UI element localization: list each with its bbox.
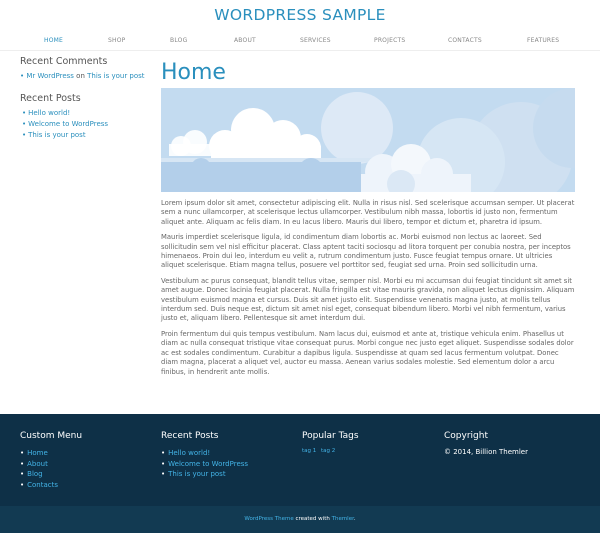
recent-post-link[interactable]: Hello world! [28, 109, 70, 117]
recent-comments-widget: Recent Comments • Mr WordPress on This i… [20, 56, 155, 81]
body-paragraph: Proin fermentum dui quis tempus vestibul… [161, 329, 574, 376]
list-item: • Contacts [20, 480, 155, 491]
nav-item-shop[interactable]: SHOP [108, 37, 125, 44]
body-paragraph: Lorem ipsum dolor sit amet, consectetur … [161, 199, 575, 226]
bullet-icon: • [20, 470, 25, 479]
recent-post-link[interactable]: Welcome to WordPress [28, 120, 108, 128]
recent-comment-entry: • Mr WordPress on This is your post [20, 71, 155, 81]
footer-recent-post-link[interactable]: This is your post [168, 470, 225, 478]
footer-menu-link-blog[interactable]: Blog [27, 470, 42, 478]
bullet-icon: • [161, 470, 166, 479]
themler-link[interactable]: Themler [332, 516, 354, 522]
bullet-icon: • [161, 449, 166, 457]
footer-recent-post-link[interactable]: Welcome to WordPress [168, 460, 248, 468]
list-item: • Welcome to WordPress [161, 459, 296, 470]
main-navigation: HOME SHOP BLOG ABOUT SERVICES PROJECTS C… [0, 37, 600, 47]
body-paragraph: Mauris imperdiet scelerisque ligula, id … [161, 233, 571, 270]
recent-posts-widget: Recent Posts • Hello world! • Welcome to W… [20, 93, 155, 141]
nav-item-home[interactable]: HOME [44, 37, 63, 44]
wordpress-theme-link[interactable]: WordPress Theme [244, 516, 293, 522]
tag-link[interactable]: tag 2 [321, 448, 335, 454]
comment-on-text: on [73, 72, 88, 80]
nav-item-about[interactable]: ABOUT [234, 37, 256, 44]
list-item: • Welcome to WordPress [20, 119, 155, 130]
list-item: • Hello world! [161, 448, 296, 459]
bullet-icon: • [161, 459, 166, 468]
list-item: • This is your post [161, 469, 296, 480]
page-title: Home [161, 60, 226, 85]
footer-recent-posts: Recent Posts • Hello world! • Welcome to W… [161, 431, 296, 480]
bullet-icon: • [20, 72, 25, 80]
recent-posts-title: Recent Posts [20, 93, 81, 104]
list-item: • Home [20, 448, 155, 459]
footer-menu-link-home[interactable]: Home [27, 449, 48, 457]
nav-item-contacts[interactable]: CONTACTS [448, 37, 482, 44]
footer-copyright-title: Copyright [444, 431, 488, 441]
body-paragraph: Vestibulum ac purus consequat, blandit t… [161, 276, 575, 323]
footer-copyright: Copyright © 2014, Billion Themler [444, 431, 579, 456]
tag-cloud: tag 1 tag 2 [302, 448, 437, 454]
bullet-icon: • [22, 120, 27, 128]
copyright-text: © 2014, Billion Themler [444, 448, 528, 456]
list-item: • This is your post [20, 130, 155, 141]
bullet-icon: • [22, 131, 27, 139]
tag-link[interactable]: tag 1 [302, 448, 316, 454]
footer-menu-list: • Home • About • Blog • Contacts [20, 448, 155, 490]
hero-clouds-image [161, 88, 575, 192]
list-item: • Hello world! [20, 108, 155, 119]
footer-recent-posts-title: Recent Posts [161, 431, 219, 441]
footer-custom-menu: Custom Menu • Home • About • Blog • Contacts [20, 431, 155, 490]
footer-custom-menu-title: Custom Menu [20, 431, 83, 441]
sidebar: Recent Comments • Mr WordPress on This i… [20, 56, 155, 153]
recent-post-link[interactable]: This is your post [28, 131, 85, 139]
credit-end-text: . [353, 516, 356, 522]
footer-recent-posts-list: • Hello world! • Welcome to WordPress • Thi… [161, 448, 296, 480]
list-item: • Blog [20, 469, 155, 480]
nav-item-services[interactable]: SERVICES [300, 37, 331, 44]
comment-post-link[interactable]: This is your post [87, 72, 144, 80]
page-body: Lorem ipsum dolor sit amet, consectetur … [161, 199, 577, 377]
recent-comments-title: Recent Comments [20, 56, 108, 67]
bottom-credit-bar: WordPress Theme created with Themler. [0, 506, 600, 533]
nav-divider [0, 50, 600, 51]
footer-popular-tags: Popular Tags tag 1 tag 2 [302, 431, 437, 454]
site-footer: Custom Menu • Home • About • Blog • Contacts… [0, 414, 600, 506]
bullet-icon: • [20, 480, 25, 489]
credit-middle-text: created with [293, 516, 332, 522]
bullet-icon: • [20, 449, 25, 457]
footer-recent-post-link[interactable]: Hello world! [168, 449, 210, 457]
site-title[interactable]: WORDPRESS SAMPLE [0, 6, 600, 24]
nav-item-blog[interactable]: BLOG [170, 37, 187, 44]
main-content: Home Lorem ipsum dolor sit amet, consect… [161, 59, 577, 377]
nav-item-features[interactable]: FEATURES [527, 37, 559, 44]
bullet-icon: • [20, 459, 25, 468]
bullet-icon: • [22, 109, 27, 117]
comment-author-link[interactable]: Mr WordPress [26, 72, 74, 80]
footer-menu-link-contacts[interactable]: Contacts [27, 481, 58, 489]
list-item: • About [20, 459, 155, 470]
footer-menu-link-about[interactable]: About [27, 460, 48, 468]
footer-popular-tags-title: Popular Tags [302, 431, 359, 441]
nav-item-projects[interactable]: PROJECTS [374, 37, 405, 44]
recent-posts-list: • Hello world! • Welcome to WordPress • Thi… [20, 108, 155, 141]
